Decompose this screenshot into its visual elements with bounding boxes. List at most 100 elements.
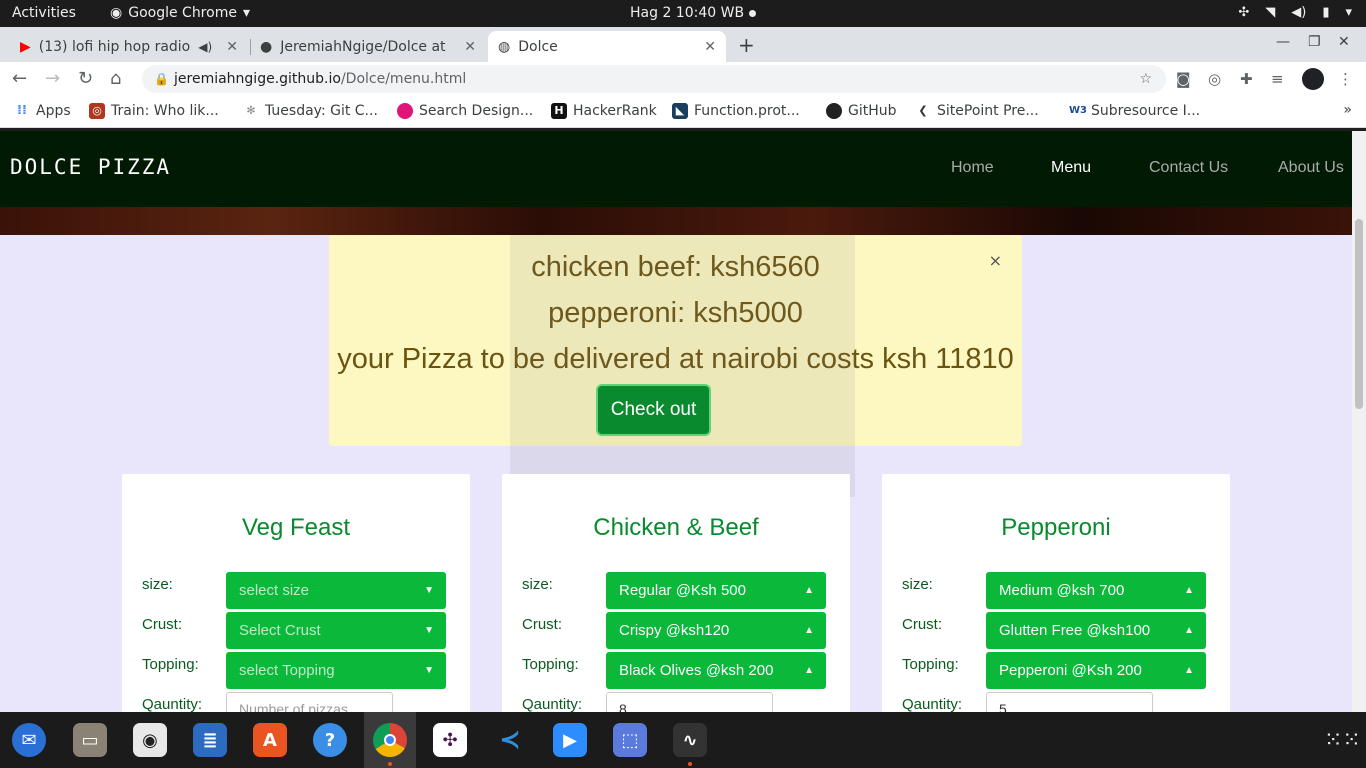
close-tab-icon[interactable]: ✕	[704, 39, 716, 55]
size-label: size:	[902, 576, 933, 593]
tab-title: (13) lofi hip hop radio	[38, 38, 191, 55]
restore-icon[interactable]: ❐	[1308, 34, 1321, 50]
notification-dot-icon	[749, 10, 756, 17]
address-bar[interactable]: 🔒 jeremiahngige.github.io/Dolce/menu.htm…	[142, 65, 1166, 93]
size-select[interactable]: Medium @ksh 700 ▲	[986, 572, 1206, 609]
nav-about[interactable]: About Us	[1278, 159, 1344, 177]
activities-button[interactable]: Activities	[12, 5, 76, 21]
forward-icon[interactable]: →	[45, 68, 60, 89]
vscode-icon[interactable]: ≺	[493, 723, 527, 757]
system-tray[interactable]: ✣ ◥ ◀) ▮ ▾	[1238, 5, 1352, 20]
close-tab-icon[interactable]: ✕	[226, 39, 238, 55]
crust-value: Glutten Free @ksh100	[999, 622, 1151, 639]
minimize-icon[interactable]: —	[1276, 34, 1290, 50]
reload-icon[interactable]: ↻	[78, 68, 93, 89]
extension-globe-icon[interactable]: ◎	[1208, 70, 1221, 88]
kebab-menu-icon[interactable]: ⋮	[1338, 70, 1353, 88]
media-queue-icon[interactable]: ≡	[1271, 70, 1284, 88]
profile-avatar[interactable]	[1302, 68, 1324, 90]
chevron-up-icon: ▲	[1184, 665, 1194, 676]
topping-label: Topping:	[522, 656, 579, 673]
system-top-bar: Activities ◉ Google Chrome ▾ Hag 2 10:40…	[0, 0, 1366, 27]
close-tab-icon[interactable]: ✕	[464, 39, 476, 55]
crust-select[interactable]: Glutten Free @ksh100 ▲	[986, 612, 1206, 649]
system-monitor-icon[interactable]: ∿	[673, 723, 707, 766]
nav-home[interactable]: Home	[951, 159, 994, 177]
close-alert-icon[interactable]: ×	[989, 251, 1002, 270]
extension-owl-icon[interactable]: ◙	[1176, 70, 1191, 88]
thunderbird-icon[interactable]: ✉	[12, 723, 46, 757]
bookmark-w3c[interactable]: W3 Subresource I...	[1069, 103, 1200, 119]
files-icon[interactable]: ▭	[73, 723, 107, 757]
bookmark-label: HackerRank	[573, 103, 657, 119]
chevron-up-icon: ▲	[1184, 625, 1194, 636]
bookmark-label: Tuesday: Git C...	[265, 103, 378, 119]
chevron-up-icon: ▲	[804, 625, 814, 636]
bookmark-apps[interactable]: ⁞⁞ Apps	[14, 103, 71, 119]
topping-label: Topping:	[902, 656, 959, 673]
topping-value: Black Olives @ksh 200	[619, 662, 774, 679]
chevron-down-icon: ▾	[242, 5, 250, 21]
zoom-icon[interactable]: ▶	[553, 723, 587, 757]
show-applications-icon[interactable]: ⁙⁙	[1324, 728, 1361, 753]
writer-icon[interactable]: ≣	[193, 723, 227, 757]
speaker-icon[interactable]: ◀)	[198, 40, 212, 54]
new-tab-icon[interactable]: +	[738, 33, 755, 57]
bookmark-label: Apps	[36, 103, 71, 119]
bookmark-sitepoint[interactable]: ❮ SitePoint Pre...	[915, 103, 1038, 119]
bookmark-github[interactable]: GitHub	[826, 103, 897, 119]
quantity-input[interactable]: Number of pizzas	[226, 692, 393, 712]
checkout-button[interactable]: Check out	[596, 384, 711, 436]
more-bookmarks-icon[interactable]: »	[1343, 102, 1352, 118]
github-icon	[826, 103, 842, 119]
mdn-icon: ◣	[672, 103, 688, 119]
tab-title: JeremiahNgige/Dolce at	[280, 38, 446, 55]
software-center-icon[interactable]: A	[253, 723, 287, 757]
quantity-input[interactable]: 8	[606, 692, 773, 712]
w3c-icon: W3	[1069, 105, 1087, 116]
scrollbar-thumb[interactable]	[1355, 219, 1363, 409]
bookmark-hackerrank[interactable]: H HackerRank	[551, 103, 657, 119]
tab-youtube[interactable]: ▶ (13) lofi hip hop radio ◀) ✕	[10, 31, 248, 62]
topping-select[interactable]: Pepperoni @Ksh 200 ▲	[986, 652, 1206, 689]
bookmark-codewars[interactable]: ◎ Train: Who lik...	[89, 103, 219, 119]
help-icon[interactable]: ?	[313, 723, 347, 757]
slack-tray-icon[interactable]: ✣	[1238, 5, 1249, 20]
app-menu[interactable]: ◉ Google Chrome ▾	[110, 5, 250, 21]
app-menu-label: Google Chrome	[128, 5, 237, 21]
clock[interactable]: Hag 2 10:40 WB	[630, 5, 744, 21]
lock-icon[interactable]: 🔒	[154, 65, 169, 93]
crust-select[interactable]: Crispy @ksh120 ▲	[606, 612, 826, 649]
rhythmbox-icon[interactable]: ◉	[133, 723, 167, 757]
size-select[interactable]: Regular @Ksh 500 ▲	[606, 572, 826, 609]
nav-menu[interactable]: Menu	[1051, 159, 1091, 177]
topping-select[interactable]: select Topping ▼	[226, 652, 446, 689]
chevron-up-icon: ▲	[804, 665, 814, 676]
chevron-up-icon: ▲	[1184, 585, 1194, 596]
bookmark-moringa[interactable]: ✻ Tuesday: Git C...	[243, 103, 378, 119]
crust-select[interactable]: Select Crust ▼	[226, 612, 446, 649]
bookmarks-bar: ⁞⁞ Apps ◎ Train: Who lik... ✻ Tuesday: G…	[0, 96, 1366, 128]
nav-contact[interactable]: Contact Us	[1149, 159, 1228, 177]
chrome-icon[interactable]	[373, 723, 407, 766]
tab-github[interactable]: ● JeremiahNgige/Dolce at ✕	[250, 31, 486, 62]
home-icon[interactable]: ⌂	[110, 68, 121, 89]
bookmark-star-icon[interactable]: ☆	[1139, 65, 1152, 93]
slack-icon[interactable]: ✣	[433, 723, 467, 757]
site-brand[interactable]: DOLCE PIZZA	[10, 155, 171, 179]
size-select[interactable]: select size ▼	[226, 572, 446, 609]
size-label: size:	[142, 576, 173, 593]
extensions-puzzle-icon[interactable]: ✚	[1240, 70, 1253, 88]
quantity-label: Qauntity:	[522, 696, 583, 712]
page-scrollbar[interactable]	[1352, 131, 1366, 712]
bookmark-mdn[interactable]: ◣ Function.prot...	[672, 103, 800, 119]
back-icon[interactable]: ←	[12, 68, 27, 89]
topping-select[interactable]: Black Olives @ksh 200 ▲	[606, 652, 826, 689]
crust-label: Crust:	[902, 616, 943, 633]
close-window-icon[interactable]: ✕	[1338, 34, 1350, 50]
screenshot-icon[interactable]: ⬚	[613, 723, 647, 757]
quantity-input[interactable]: 5	[986, 692, 1153, 712]
hero-image	[0, 207, 1352, 235]
tab-dolce[interactable]: ◍ Dolce ✕	[488, 31, 726, 62]
bookmark-dribbble[interactable]: Search Design...	[397, 103, 533, 119]
